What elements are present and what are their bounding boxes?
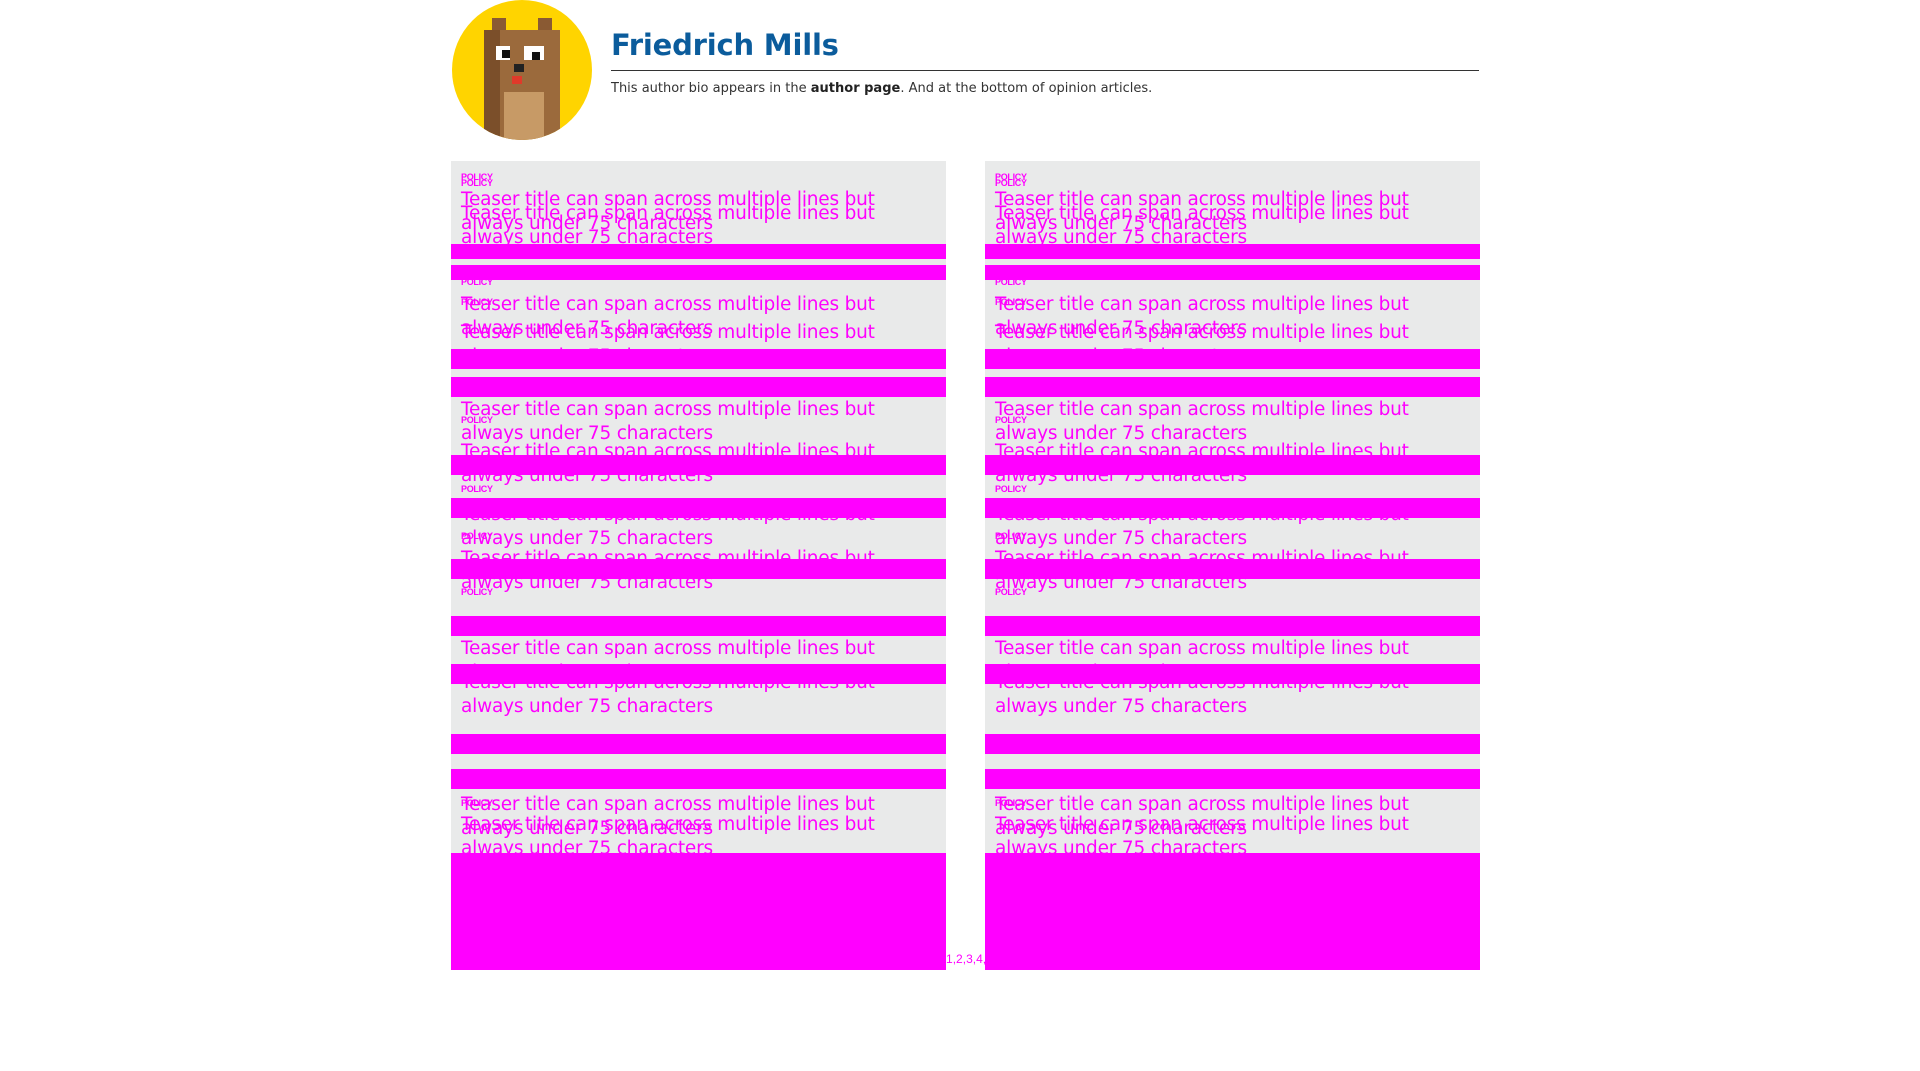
bio-suffix: . And at the bottom of opinion articles. (900, 81, 1153, 96)
teaser-title[interactable]: Teaser title can span across multiple li… (461, 547, 931, 595)
teaser-title[interactable]: Teaser title can span across multiple li… (995, 547, 1465, 595)
teaser-title[interactable]: Teaser title can span across multiple li… (995, 503, 1465, 551)
teaser-category[interactable]: POLICY (461, 415, 493, 425)
teaser-category[interactable]: POLICY (995, 178, 1027, 188)
teaser-category[interactable]: POLICY (995, 277, 1027, 287)
teaser-image[interactable] (985, 769, 1480, 789)
author-avatar (452, 0, 592, 140)
teaser-title[interactable]: Teaser title can span across multiple li… (995, 440, 1465, 488)
page-link[interactable]: 1 (946, 952, 953, 966)
teaser-title[interactable]: Teaser title can span across multiple li… (995, 202, 1465, 250)
teaser-category[interactable]: POLICY (461, 484, 493, 494)
chevron-right-icon[interactable]: 〉 (993, 948, 1015, 970)
teaser-column-left: POLICY POLICY Teaser title can span acro… (451, 161, 946, 970)
teaser-category[interactable]: POLICY (461, 587, 493, 597)
teaser-image[interactable] (451, 265, 946, 280)
page-list: 1,2,3,4,5 (946, 952, 993, 966)
page-link[interactable]: 4 (976, 952, 983, 966)
author-page-link[interactable]: author page (811, 81, 901, 96)
teaser-category[interactable]: POLICY (461, 178, 493, 188)
teaser-title[interactable]: Teaser title can span across multiple li… (461, 671, 931, 719)
author-bio: This author bio appears in the author pa… (611, 81, 1152, 96)
teaser-category[interactable]: POLICY (995, 531, 1027, 541)
page-link[interactable]: 5 (986, 952, 993, 966)
teaser-image[interactable] (451, 734, 946, 754)
teaser-image[interactable] (985, 853, 1480, 970)
teaser-image[interactable] (451, 853, 946, 970)
teaser-image[interactable] (451, 769, 946, 789)
pixel-bear-icon (484, 18, 560, 140)
teaser-title[interactable]: Teaser title can span across multiple li… (461, 813, 931, 861)
teaser-image[interactable] (451, 616, 946, 636)
page-link[interactable]: 2 (956, 952, 963, 966)
teaser-title[interactable]: Teaser title can span across multiple li… (995, 671, 1465, 719)
teaser-title[interactable]: Teaser title can span across multiple li… (461, 503, 931, 551)
teaser-category[interactable]: POLICY (995, 415, 1027, 425)
teaser-image[interactable] (985, 265, 1480, 280)
teaser-title[interactable]: Teaser title can span across multiple li… (461, 321, 931, 369)
teaser-image[interactable] (985, 616, 1480, 636)
teaser-title[interactable]: Teaser title can span across multiple li… (461, 440, 931, 488)
author-name: Friedrich Mills (611, 28, 839, 62)
chevron-left-icon[interactable]: 〈 (924, 948, 946, 970)
teaser-title[interactable]: Teaser title can span across multiple li… (995, 398, 1465, 446)
page-link[interactable]: 3 (966, 952, 973, 966)
teaser-category[interactable]: POLICY (461, 531, 493, 541)
bio-prefix: This author bio appears in the (611, 81, 811, 96)
teaser-category[interactable]: POLICY (995, 587, 1027, 597)
teaser-column-right: POLICY POLICY Teaser title can span acro… (985, 161, 1480, 970)
divider (611, 70, 1479, 71)
teaser-category[interactable]: POLICY (461, 277, 493, 287)
teaser-title[interactable]: Teaser title can span across multiple li… (995, 813, 1465, 861)
teaser-image[interactable] (985, 734, 1480, 754)
teaser-image[interactable] (985, 377, 1480, 397)
teaser-image[interactable] (451, 377, 946, 397)
teaser-title[interactable]: Teaser title can span across multiple li… (461, 202, 931, 250)
teaser-title[interactable]: Teaser title can span across multiple li… (461, 398, 931, 446)
teaser-title[interactable]: Teaser title can span across multiple li… (995, 321, 1465, 369)
teaser-category[interactable]: POLICY (995, 484, 1027, 494)
pagination: 〈 1,2,3,4,5 〉 (924, 947, 1015, 971)
